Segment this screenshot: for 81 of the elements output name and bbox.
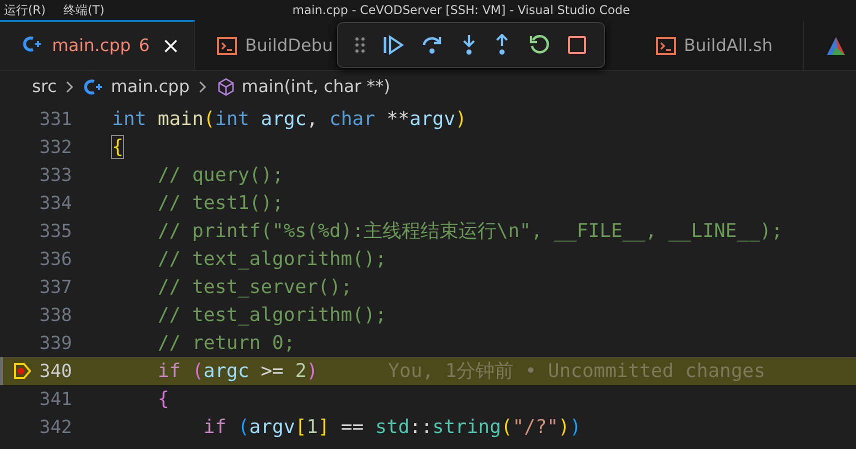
comment: // printf("%s(%d):主线程结束运行\n", __FILE__, __LINE__);: [156, 219, 783, 244]
breadcrumb-item[interactable]: main(int, char **): [242, 77, 390, 97]
code-text: ,: [306, 108, 319, 130]
step-over-icon[interactable]: [421, 34, 444, 56]
line-number: 339: [38, 332, 72, 354]
type-name: std: [375, 416, 410, 438]
editor-tab[interactable]: BuildAll.sh: [634, 20, 804, 70]
comment: // test1();: [156, 192, 284, 214]
code-text: ::: [410, 416, 432, 438]
cpp-icon: [82, 78, 105, 96]
breakpoint-icon[interactable]: [13, 363, 31, 379]
bracket: (: [238, 416, 250, 438]
code-text: **: [386, 108, 410, 130]
comment: // text_algorithm();: [156, 248, 387, 270]
continue-icon[interactable]: [382, 34, 404, 56]
drag-handle-icon[interactable]: [354, 35, 365, 55]
triangle-icon: [826, 36, 846, 56]
keyword: if: [156, 360, 182, 382]
line-number: 336: [38, 248, 72, 270]
keyword: char: [329, 108, 376, 130]
comment: // test_algorithm();: [156, 304, 387, 326]
problem-count: 6: [138, 36, 150, 56]
code-text: ==: [340, 416, 365, 438]
terminal-icon: [656, 37, 676, 55]
line-number: 340: [38, 360, 72, 382]
line-number: 333: [38, 164, 72, 186]
menu-item[interactable]: 终端(T): [64, 2, 104, 18]
keyword: if: [202, 416, 228, 438]
line-number: 342: [38, 416, 72, 438]
cube-icon: [216, 77, 236, 97]
line-number: 335: [38, 220, 72, 242]
line-number: 337: [38, 276, 72, 298]
line-number: 331: [38, 108, 72, 130]
line-number: 341: [38, 388, 72, 410]
variable: argv: [410, 108, 456, 130]
restart-icon[interactable]: [528, 34, 550, 56]
menu-item[interactable]: 运行(R): [4, 2, 46, 18]
line-number: 334: [38, 192, 72, 214]
comment: // return 0;: [156, 332, 296, 354]
line-number: 338: [38, 304, 72, 326]
bracket: ): [570, 416, 582, 438]
tab-label: BuildDebu: [245, 36, 333, 56]
function-name: main: [158, 108, 204, 130]
stop-icon[interactable]: [567, 35, 588, 55]
bracket: ]: [318, 416, 330, 438]
code-text: >=: [260, 360, 285, 382]
bracket: [: [295, 416, 307, 438]
bracket: (: [192, 360, 204, 382]
chevron-icon: [198, 80, 208, 94]
tab-label: BuildAll.sh: [684, 36, 773, 56]
editor-tab[interactable]: main.cpp 6 ×: [0, 20, 196, 70]
string-literal: "/?": [512, 416, 558, 438]
terminal-icon: [217, 37, 238, 55]
variable: argc: [260, 108, 307, 130]
variable: argc: [204, 360, 250, 382]
breadcrumb-item[interactable]: main.cpp: [110, 77, 190, 97]
bracket: (: [204, 108, 215, 130]
window-title: main.cpp - CeVODServer [SSH: VM] - Visual Studio Code: [292, 3, 630, 17]
bracket: {: [112, 136, 124, 158]
comment: // query();: [156, 164, 284, 186]
keyword: int: [112, 108, 148, 130]
tab-label: main.cpp: [52, 36, 131, 56]
comment: // test_server();: [156, 276, 352, 298]
breadcrumb-item[interactable]: src: [32, 77, 57, 97]
number: 1: [306, 416, 318, 438]
editor-tab[interactable]: BuildDebu: [195, 20, 337, 70]
bracket: ): [558, 416, 570, 438]
close-icon[interactable]: ×: [162, 34, 180, 58]
keyword: int: [214, 108, 250, 130]
bracket: {: [156, 388, 170, 410]
git-blame-annotation: You, 1分钟前 • Uncommitted changes: [388, 359, 766, 384]
step-into-icon[interactable]: [460, 34, 477, 56]
number: 2: [295, 360, 307, 382]
line-number: 332: [38, 136, 72, 158]
step-out-icon[interactable]: [494, 34, 510, 56]
variable: argv: [249, 416, 296, 438]
bracket: ): [455, 108, 467, 130]
chevron-icon: [64, 80, 75, 94]
bracket: ): [306, 360, 318, 382]
type-name: string: [432, 416, 502, 438]
bracket: (: [501, 416, 512, 438]
